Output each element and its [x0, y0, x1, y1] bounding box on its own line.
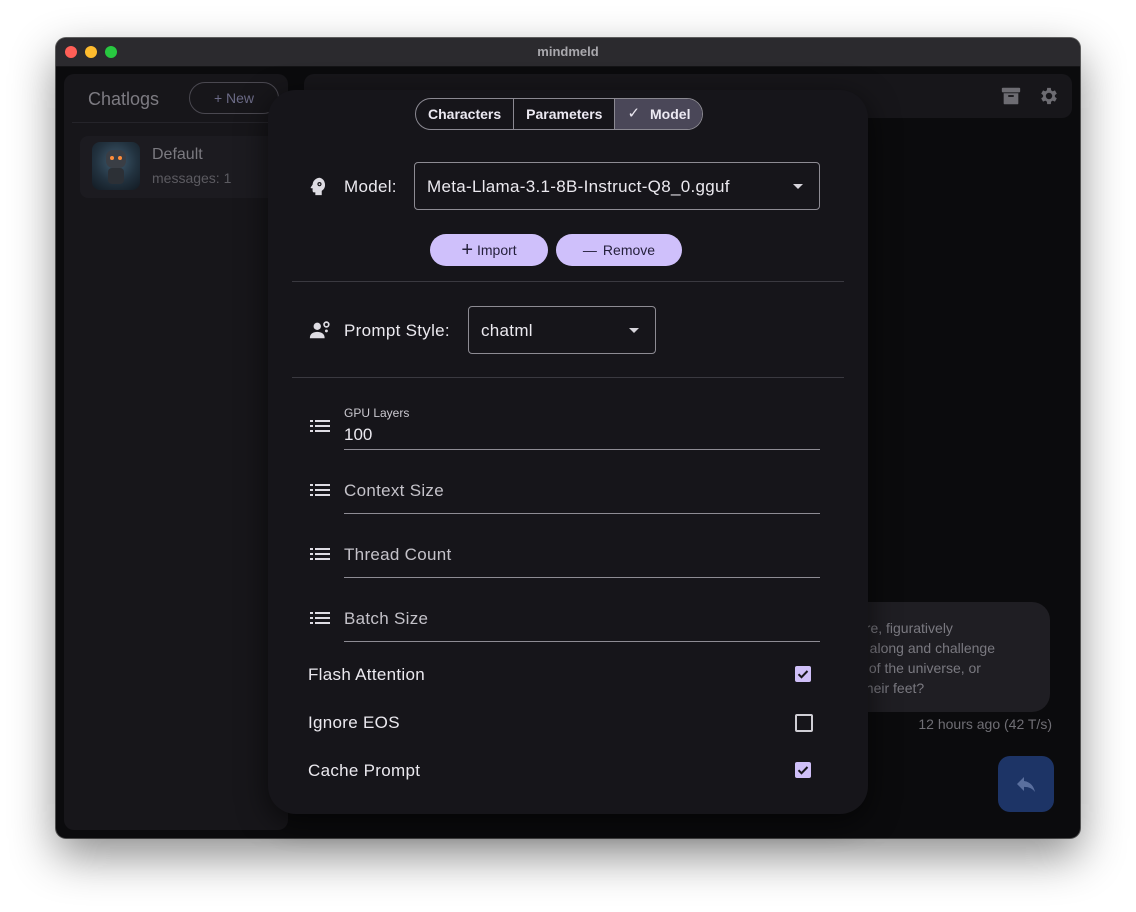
chevron-down-icon: [629, 328, 639, 333]
chat-name: Default: [152, 146, 203, 163]
context-size-input[interactable]: Context Size: [344, 481, 444, 501]
model-select-value: Meta-Llama-3.1-8B-Instruct-Q8_0.gguf: [427, 177, 730, 196]
check-icon: ✓: [627, 105, 641, 122]
model-label: Model:: [344, 177, 397, 196]
sidebar: Chatlogs + New Default messages: 1: [64, 74, 288, 830]
list-icon: [310, 612, 330, 624]
message-text: ere, figuratively e along and challenge …: [858, 620, 996, 696]
section-divider: [292, 281, 844, 282]
chat-message-count: messages: 1: [152, 170, 232, 186]
check-icon: [797, 766, 809, 775]
sidebar-title: Chatlogs: [88, 89, 160, 109]
tab-parameters[interactable]: Parameters: [514, 99, 616, 129]
remove-model-button[interactable]: — Remove: [556, 234, 682, 266]
gpu-layers-underline: [344, 449, 820, 450]
reply-button[interactable]: [998, 756, 1054, 812]
remove-label: Remove: [602, 242, 656, 258]
list-icon: [310, 484, 330, 496]
tab-characters[interactable]: Characters: [416, 99, 515, 129]
section-divider: [292, 377, 844, 378]
gear-icon[interactable]: [1038, 85, 1060, 107]
prompt-style-value: chatml: [481, 321, 533, 340]
tab-model-label: Model: [650, 106, 691, 122]
batch-size-underline: [344, 641, 820, 642]
gpu-layers-label: GPU Layers: [344, 406, 410, 420]
thread-count-underline: [344, 577, 820, 578]
thread-count-input[interactable]: Thread Count: [344, 545, 452, 565]
cache-prompt-checkbox[interactable]: [795, 762, 811, 778]
flash-attention-label: Flash Attention: [308, 665, 425, 684]
ignore-eos-checkbox[interactable]: [795, 714, 813, 732]
sidebar-divider: [72, 122, 288, 123]
import-label: Import: [477, 242, 517, 258]
people-gear-icon: [309, 321, 330, 339]
model-settings-dialog: Characters Parameters ✓ Model Model: Met…: [268, 90, 868, 814]
avatar: [92, 142, 140, 190]
flash-attention-checkbox[interactable]: [795, 666, 811, 682]
settings-tab-bar: Characters Parameters ✓ Model: [415, 98, 704, 130]
reply-icon: [1017, 777, 1035, 792]
chat-list-item[interactable]: Default messages: 1: [80, 136, 280, 198]
message-timestamp: 12 hours ago (42 T/s): [918, 716, 1052, 732]
import-model-button[interactable]: + Import: [430, 234, 548, 266]
check-icon: [797, 670, 809, 679]
minus-icon: —: [582, 242, 597, 258]
chevron-down-icon: [793, 184, 803, 189]
tab-model[interactable]: ✓ Model: [615, 99, 703, 129]
context-size-underline: [344, 513, 820, 514]
window-title: mindmeld: [537, 44, 599, 59]
prompt-style-select[interactable]: chatml: [468, 306, 656, 354]
batch-size-input[interactable]: Batch Size: [344, 609, 428, 629]
new-chat-button[interactable]: + New: [189, 82, 279, 114]
title-bar: mindmeld: [56, 38, 1080, 67]
ignore-eos-label: Ignore EOS: [308, 713, 400, 732]
list-icon: [310, 548, 330, 560]
cache-prompt-label: Cache Prompt: [308, 761, 421, 780]
gpu-layers-input[interactable]: 100: [344, 425, 372, 445]
model-select[interactable]: Meta-Llama-3.1-8B-Instruct-Q8_0.gguf: [414, 162, 820, 210]
head-gear-icon: [310, 177, 326, 196]
prompt-style-label: Prompt Style:: [344, 321, 450, 340]
plus-icon: +: [461, 239, 473, 261]
archive-icon[interactable]: [1000, 85, 1022, 107]
list-icon: [310, 420, 330, 432]
